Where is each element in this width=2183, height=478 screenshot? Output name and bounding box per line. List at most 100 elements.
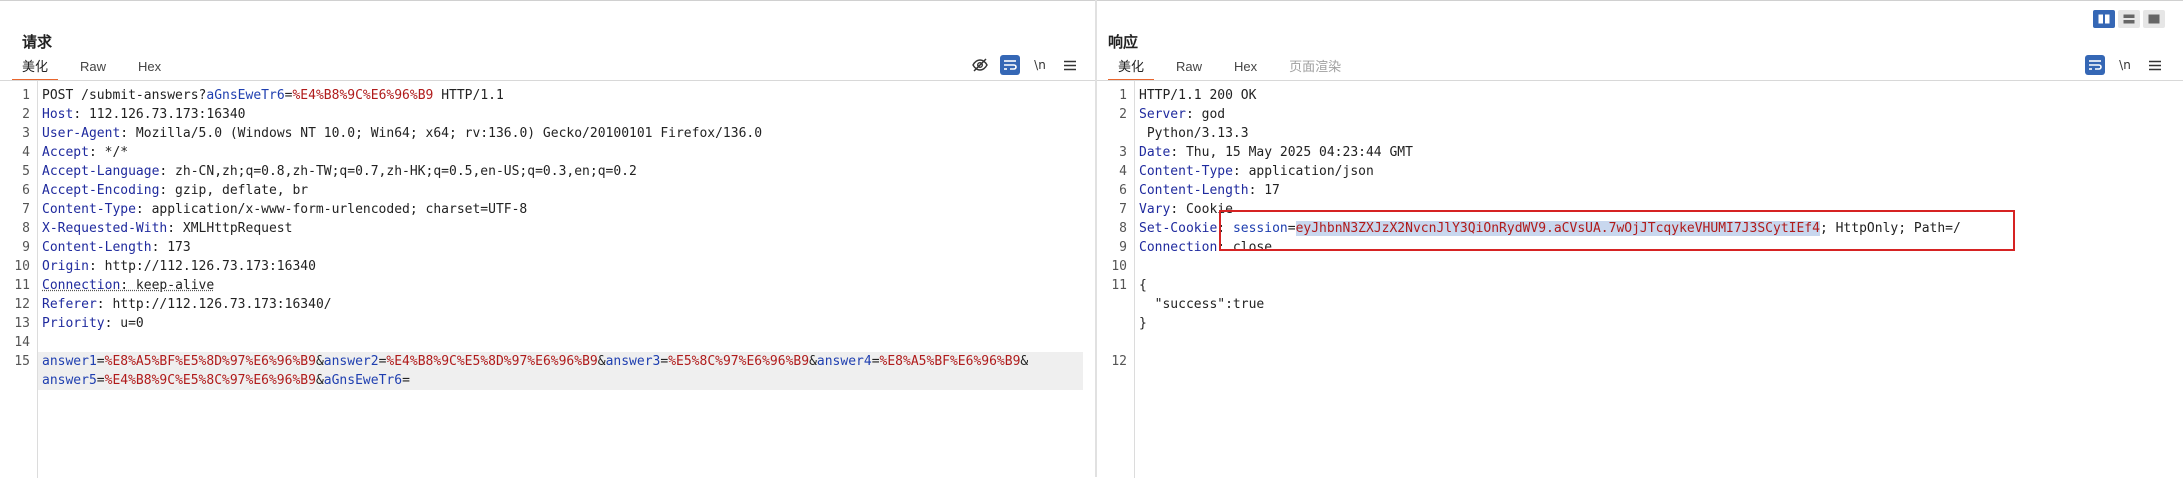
line-number: 4 xyxy=(1119,164,1127,179)
code-token: Origin xyxy=(42,259,89,274)
code-token: Content-Length xyxy=(42,240,152,255)
response-tab-1[interactable]: Raw xyxy=(1166,55,1212,79)
newline-toggle-button[interactable]: \n xyxy=(2115,55,2135,75)
line-content: { xyxy=(1139,276,1147,295)
code-token: Accept-Encoding xyxy=(42,183,160,198)
line-content: } xyxy=(1139,314,1147,333)
line-content: Connection: keep-alive xyxy=(42,276,214,295)
code-line[interactable]: 1 POST /submit-answers?aGnsEweTr6=%E4%B8%… xyxy=(0,86,1095,105)
code-token: "success":true xyxy=(1139,297,1265,312)
code-line[interactable]: 2 Server: god xyxy=(1097,105,2183,124)
newline-toggle-button[interactable]: \n xyxy=(1030,55,1050,75)
line-content: Accept-Encoding: gzip, deflate, br xyxy=(42,181,308,200)
line-number: 11 xyxy=(1111,278,1127,293)
request-tab-2[interactable]: Hex xyxy=(128,55,171,79)
code-line[interactable]: Python/3.13.3 xyxy=(1097,124,2183,143)
code-line[interactable]: "success":true xyxy=(1097,295,2183,314)
code-line[interactable]: 15 answer1=%E8%A5%BF%E5%8D%97%E6%96%B9&an… xyxy=(14,352,1083,371)
code-line[interactable]: 3 Date: Thu, 15 May 2025 04:23:44 GMT xyxy=(1097,143,2183,162)
code-token: Content-Type xyxy=(42,202,136,217)
request-editor[interactable]: 1 POST /submit-answers?aGnsEweTr6=%E4%B8%… xyxy=(0,81,1095,478)
response-title: 响应 xyxy=(1108,34,1139,51)
code-token: User-Agent xyxy=(42,126,121,141)
code-line[interactable]: 12 xyxy=(1097,352,2183,371)
code-line[interactable]: 13 Priority: u=0 xyxy=(0,314,1095,333)
code-token: & xyxy=(315,373,324,388)
code-line[interactable]: 11 { xyxy=(1097,276,2183,295)
code-token: & xyxy=(1020,354,1029,369)
line-number: 3 xyxy=(1119,145,1127,160)
code-line[interactable]: 10 xyxy=(1097,257,2183,276)
response-editor[interactable]: 1 HTTP/1.1 200 OK 2 Server: god Python/3.13… xyxy=(1097,81,2183,478)
code-line[interactable]: 12 Referer: http://112.126.73.173:16340/ xyxy=(0,295,1095,314)
code-token: : application/x-www-form-urlencoded; cha… xyxy=(135,202,528,217)
code-line[interactable]: 3 User-Agent: Mozilla/5.0 (Windows NT 10.… xyxy=(0,124,1095,143)
line-number: 12 xyxy=(14,297,30,312)
line-number: 8 xyxy=(1119,221,1127,236)
code-line[interactable]: } xyxy=(1097,314,2183,333)
code-line[interactable]: 6 Accept-Encoding: gzip, deflate, br xyxy=(0,181,1095,200)
code-token: : 17 xyxy=(1248,183,1280,198)
line-number: 8 xyxy=(22,221,30,236)
response-tab-3[interactable]: 页面渲染 xyxy=(1279,55,1351,79)
eye-slash-icon[interactable] xyxy=(970,55,990,75)
code-line[interactable]: 6 Content-Length: 17 xyxy=(1097,181,2183,200)
code-line[interactable]: 4 Content-Type: application/json xyxy=(1097,162,2183,181)
code-token: = xyxy=(96,373,105,388)
code-token: answer2 xyxy=(323,354,379,369)
code-line[interactable]: 4 Accept: */* xyxy=(0,143,1095,162)
line-content: Content-Type: application/x-www-form-url… xyxy=(42,200,527,219)
code-token: answer5 xyxy=(42,373,97,388)
code-token: aGnsEweTr6 xyxy=(323,373,403,388)
request-tab-1[interactable]: Raw xyxy=(70,55,116,79)
code-token: : 173 xyxy=(151,240,191,255)
line-number: 10 xyxy=(1111,259,1127,274)
code-token: : gzip, deflate, br xyxy=(159,183,309,198)
hamburger-menu-icon[interactable] xyxy=(2145,55,2165,75)
layout-switcher xyxy=(2093,10,2165,28)
line-number: 7 xyxy=(1119,202,1127,217)
hamburger-menu-icon[interactable] xyxy=(1060,55,1080,75)
code-line[interactable]: 10 Origin: http://112.126.73.173:16340 xyxy=(0,257,1095,276)
code-token: Connection xyxy=(42,278,121,293)
code-token: answer3 xyxy=(605,354,661,369)
code-line[interactable]: 5 Accept-Language: zh-CN,zh;q=0.8,zh-TW;q… xyxy=(0,162,1095,181)
request-title: 请求 xyxy=(22,34,53,51)
code-token: %E4%B8%9C%E5%8C%97%E6%96%B9 xyxy=(104,373,316,388)
line-number: 2 xyxy=(1119,107,1127,122)
code-line[interactable]: 1 HTTP/1.1 200 OK xyxy=(1097,86,2183,105)
wrap-lines-icon[interactable] xyxy=(2085,55,2105,75)
line-content: Content-Length: 17 xyxy=(1139,181,1280,200)
code-line[interactable]: 11 Connection: keep-alive xyxy=(0,276,1095,295)
wrap-lines-icon[interactable] xyxy=(1000,55,1020,75)
code-token: Python/3.13.3 xyxy=(1139,126,1249,141)
code-token: Set-Cookie xyxy=(1139,221,1218,236)
code-token: = xyxy=(96,354,105,369)
split-vertical-icon[interactable] xyxy=(2118,10,2140,28)
code-token: : u=0 xyxy=(104,316,144,331)
code-token: : */* xyxy=(88,145,129,160)
request-tab-0[interactable]: 美化 xyxy=(12,55,59,81)
code-line[interactable]: answer5=%E4%B8%9C%E5%8C%97%E6%96%B9&aGns… xyxy=(38,371,1083,390)
response-tab-0[interactable]: 美化 xyxy=(1108,55,1155,81)
line-number: 6 xyxy=(1119,183,1127,198)
code-token: X-Requested-With xyxy=(42,221,168,236)
line-content: Date: Thu, 15 May 2025 04:23:44 GMT xyxy=(1139,143,1413,162)
code-line[interactable]: 7 Content-Type: application/x-www-form-ur… xyxy=(0,200,1095,219)
code-line[interactable]: 14 xyxy=(0,333,1095,352)
line-number: 6 xyxy=(22,183,30,198)
code-token: Connection xyxy=(1139,240,1218,255)
tabs-view-icon[interactable] xyxy=(2143,10,2165,28)
line-number: 9 xyxy=(22,240,30,255)
code-line[interactable] xyxy=(1097,333,2183,352)
code-line[interactable]: 9 Content-Length: 173 xyxy=(0,238,1095,257)
split-horizontal-icon[interactable] xyxy=(2093,10,2115,28)
code-line[interactable]: 2 Host: 112.126.73.173:16340 xyxy=(0,105,1095,124)
response-tab-2[interactable]: Hex xyxy=(1224,55,1267,79)
code-token: : zh-CN,zh;q=0.8,zh-TW;q=0.7,zh-HK;q=0.5… xyxy=(159,164,637,179)
code-line[interactable]: 8 X-Requested-With: XMLHttpRequest xyxy=(0,219,1095,238)
highlight-box xyxy=(1219,210,2015,251)
code-token: = xyxy=(660,354,669,369)
line-number: 15 xyxy=(14,354,30,369)
line-content: answer5=%E4%B8%9C%E5%8C%97%E6%96%B9&aGns… xyxy=(42,371,410,390)
